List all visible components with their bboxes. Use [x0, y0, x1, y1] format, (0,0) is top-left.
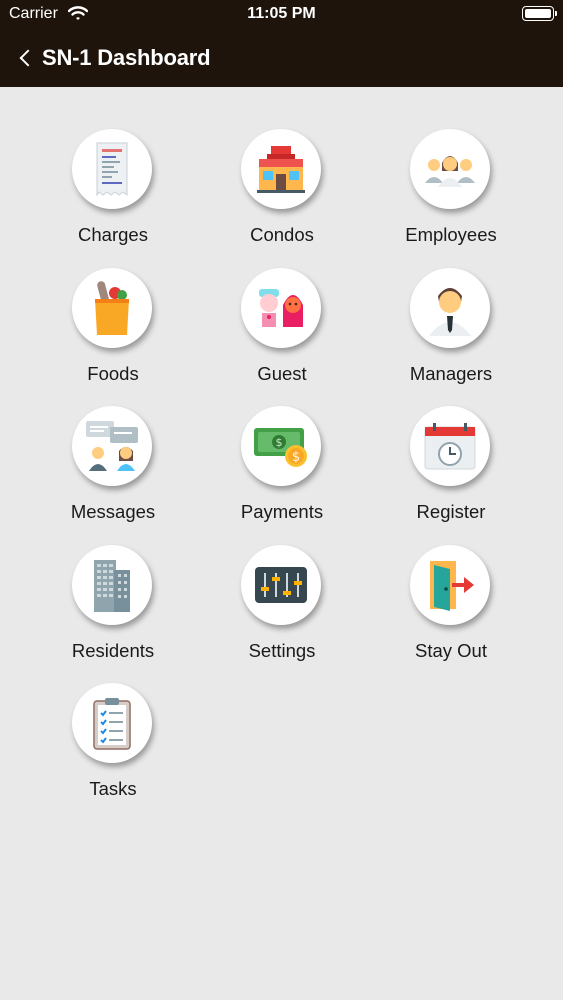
tile-register[interactable]: Register: [376, 406, 526, 536]
sliders-icon: [241, 545, 321, 625]
tile-charges[interactable]: Charges: [38, 129, 188, 259]
money-icon: $ $: [241, 406, 321, 486]
tile-label: Messages: [70, 501, 156, 522]
status-bar: Carrier 11:05 PM: [0, 0, 563, 30]
tile-label: Charges: [78, 224, 148, 245]
chat-people-icon: [72, 406, 152, 486]
tile-tasks[interactable]: Tasks: [38, 683, 188, 813]
tile-settings[interactable]: Settings: [207, 545, 357, 675]
tile-label: Settings: [248, 640, 316, 661]
battery-icon: [522, 6, 557, 21]
people-group-icon: [410, 129, 490, 209]
tile-label: Employees: [405, 224, 497, 245]
tile-label: Managers: [409, 363, 493, 384]
tile-payments[interactable]: $ $ Payments: [207, 406, 357, 536]
exit-door-icon: [410, 545, 490, 625]
tile-stay-out[interactable]: Stay Out: [376, 545, 526, 675]
tile-label: Residents: [71, 640, 155, 661]
page-title: SN-1 Dashboard: [42, 45, 211, 70]
tile-label: Tasks: [89, 778, 137, 799]
tile-messages[interactable]: Messages: [38, 406, 188, 536]
top-bar: Carrier 11:05 PM SN-1 Dashboard: [0, 0, 563, 87]
tile-label: Payments: [240, 501, 324, 522]
tile-employees[interactable]: Employees: [376, 129, 526, 259]
tile-label: Register: [416, 501, 486, 522]
tile-label: Condos: [250, 224, 314, 245]
svg-text:$: $: [292, 450, 300, 465]
status-time: 11:05 PM: [247, 5, 316, 22]
grocery-bag-icon: [72, 268, 152, 348]
skyscraper-icon: [72, 545, 152, 625]
chevron-left-icon: [19, 49, 37, 67]
tile-label: Foods: [87, 363, 139, 384]
tile-foods[interactable]: Foods: [38, 268, 188, 398]
clipboard-checklist-icon: [72, 683, 152, 763]
tile-managers[interactable]: Managers: [376, 268, 526, 398]
tile-residents[interactable]: Residents: [38, 545, 188, 675]
guests-icon: [241, 268, 321, 348]
calendar-clock-icon: [410, 406, 490, 486]
svg-text:$: $: [276, 436, 283, 449]
manager-icon: [410, 268, 490, 348]
tile-label: Stay Out: [415, 640, 487, 661]
tile-guest[interactable]: Guest: [207, 268, 357, 398]
navigation-bar: SN-1 Dashboard: [0, 38, 563, 78]
receipt-icon: [72, 129, 152, 209]
tile-label: Guest: [257, 363, 307, 384]
back-button[interactable]: SN-1 Dashboard: [12, 38, 211, 78]
building-store-icon: [241, 129, 321, 209]
tile-condos[interactable]: Condos: [207, 129, 357, 259]
